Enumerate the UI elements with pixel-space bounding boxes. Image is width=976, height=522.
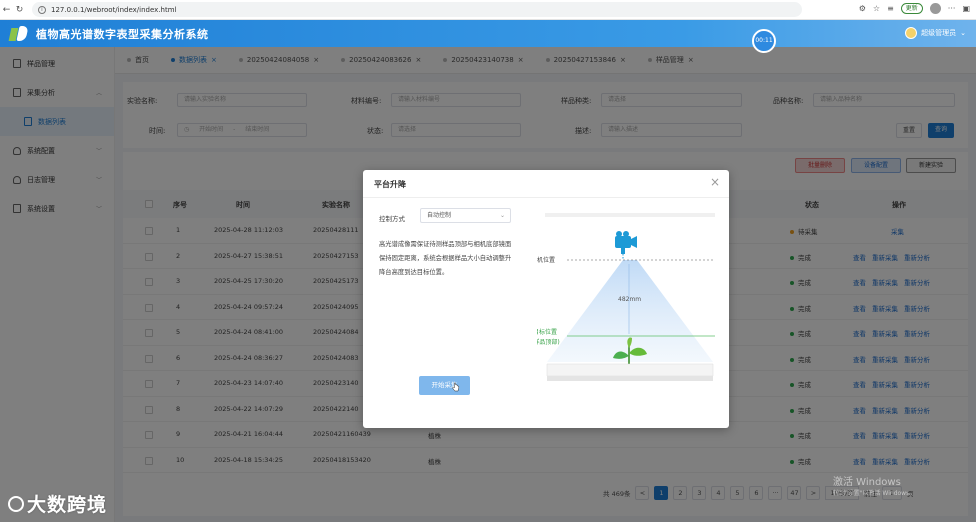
app-title: 植物高光谱数字表型采集分析系统 (36, 27, 209, 41)
platform-lift-dialog: 平台升降 × 控制方式 自动控制 ⌄ 高光谱成像需保证待测样品顶部与相机底部镜面… (363, 170, 729, 428)
user-name: 超级管理员 (921, 29, 957, 37)
watermark-line: 激活 Windows (833, 477, 901, 488)
browser-toolbar: ← ↻ i 127.0.0.1/webroot/index/index.html… (0, 0, 976, 20)
watermark-line: 转到"设置"以激活 Windows。 (833, 490, 916, 497)
sidebar-toggle-icon[interactable]: ▣ (962, 4, 970, 13)
site-info-icon[interactable]: i (38, 5, 46, 14)
control-mode-label: 控制方式 (379, 215, 405, 223)
ceiling-plate (545, 213, 715, 217)
target-position-label: 目标位置 (537, 328, 557, 336)
camera-position-label: 相机位置 (537, 256, 555, 264)
browser-update-button[interactable]: 更新 (900, 3, 923, 14)
brand-text: 大数跨境 (27, 494, 108, 516)
address-bar[interactable]: i 127.0.0.1/webroot/index/index.html (32, 2, 802, 17)
lift-illustration: 相机位置 482mm 目标位置 (样品顶部) (537, 213, 715, 381)
profile-avatar[interactable] (929, 3, 941, 14)
light-beam (547, 260, 713, 362)
platform-edge (547, 376, 713, 381)
user-avatar (905, 27, 918, 39)
dialog-divider (363, 197, 729, 198)
dialog-description: 高光谱成像需保证待测样品顶部与相机底部镜面保持固定距离，系统会根据样品大小自动调… (379, 241, 512, 276)
translate-icon[interactable]: ⚙ (859, 4, 866, 13)
control-mode-value: 自动控制 (427, 212, 452, 219)
app-logo-icon (8, 25, 30, 42)
back-arrow-icon[interactable]: ← (0, 5, 13, 15)
url-text: 127.0.0.1/webroot/index/index.html (51, 5, 177, 14)
bookmark-star-icon[interactable]: ☆ (873, 4, 880, 13)
dialog-title: 平台升降 (374, 180, 406, 189)
brand-watermark: 大数跨境 (8, 490, 107, 517)
app-header: 植物高光谱数字表型采集分析系统 (0, 20, 976, 47)
more-menu-icon[interactable]: ··· (948, 4, 956, 13)
control-mode-select[interactable]: 自动控制 ⌄ (420, 208, 511, 223)
timer-badge: 00:11 (752, 29, 776, 53)
reload-icon[interactable]: ↻ (13, 5, 26, 15)
chevron-down-icon: ⌄ (960, 29, 966, 37)
windows-activation-watermark: 激活 Windows 转到"设置"以激活 Windows。 (833, 477, 915, 499)
lift-platform (546, 363, 714, 377)
camera-icon (615, 231, 637, 260)
target-position-sublabel: (样品顶部) (537, 338, 560, 346)
hand-cursor-icon (452, 382, 460, 392)
close-icon[interactable]: × (710, 175, 720, 189)
distance-value: 482mm (618, 296, 641, 303)
brand-logo-icon (8, 495, 24, 512)
start-collection-button[interactable]: 开始采集 (419, 376, 470, 395)
chevron-down-icon: ⌄ (499, 212, 505, 219)
user-menu[interactable]: 超级管理员 ⌄ (905, 27, 966, 39)
favorites-icon[interactable]: ≡ (887, 4, 894, 13)
